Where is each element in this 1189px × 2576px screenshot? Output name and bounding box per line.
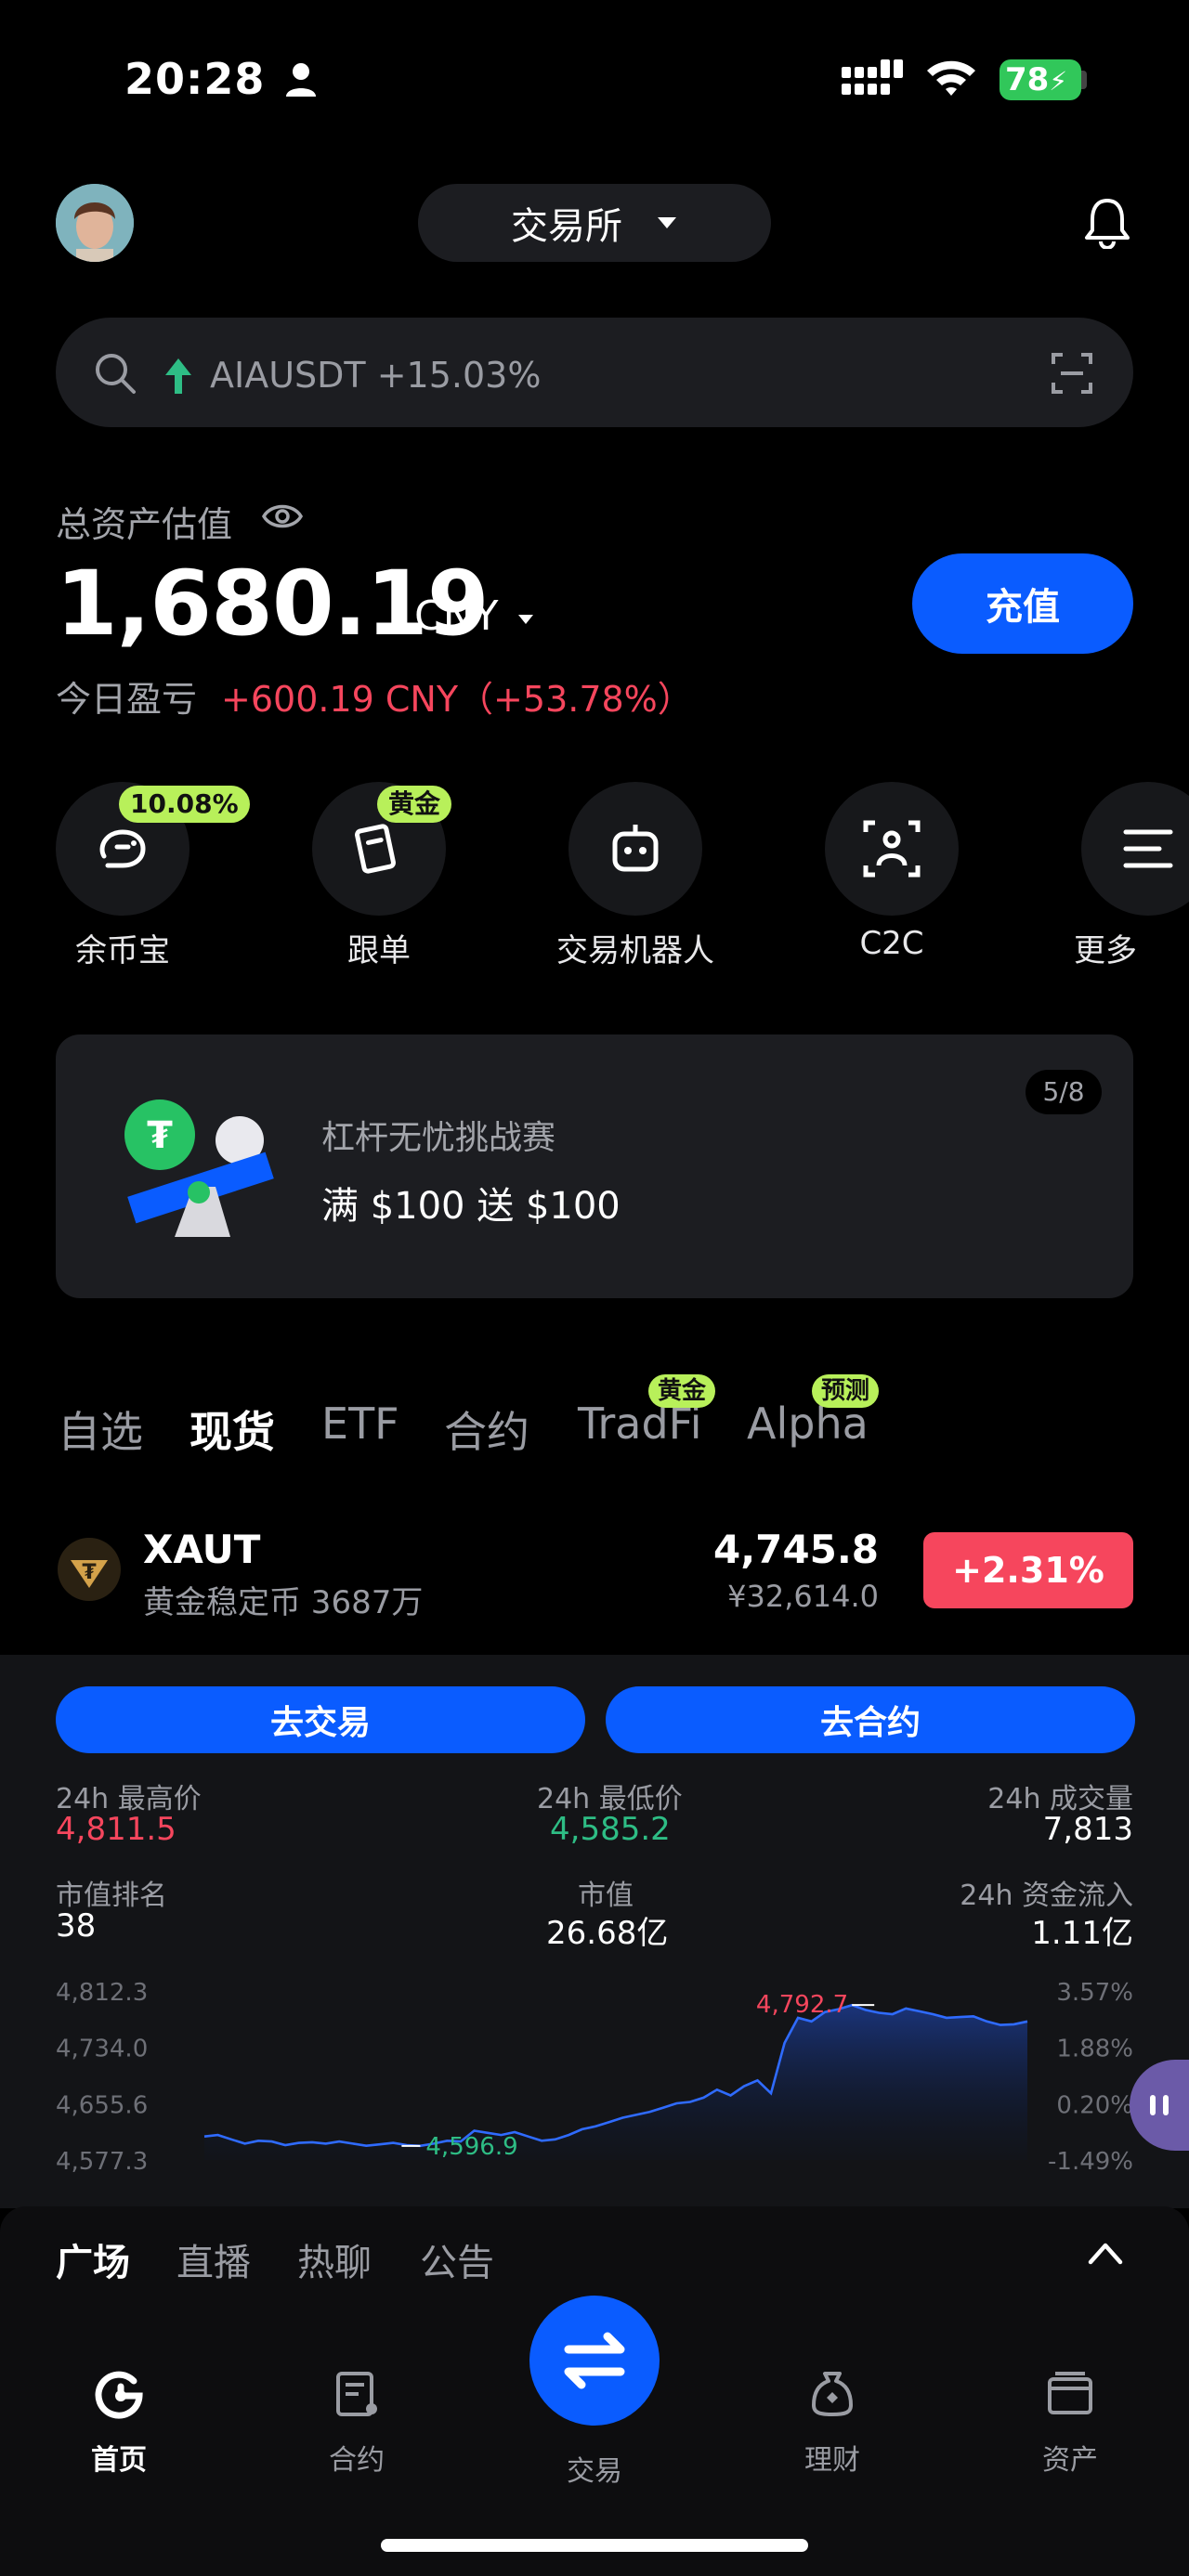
- eye-icon[interactable]: [262, 501, 303, 531]
- quick-action-more[interactable]: [1081, 782, 1189, 916]
- xaut-coin-icon: ₮: [58, 1538, 121, 1601]
- min-price-label: 4,596.9: [425, 2133, 517, 2161]
- price-chart[interactable]: 4,812.3 4,734.0 4,655.6 4,577.3 3.57% 1.88% 0.…: [56, 1978, 1133, 2173]
- svg-text:₮: ₮: [147, 1114, 173, 1157]
- y-tick-right: 1.88%: [1056, 2036, 1133, 2063]
- tradfi-badge: 黄金: [648, 1374, 716, 1408]
- max-price-label: 4,792.7: [756, 1991, 848, 2019]
- c2c-icon: [863, 820, 921, 878]
- signal-icon: [842, 59, 903, 95]
- quick-action-label: 更多: [1074, 932, 1137, 969]
- y-tick-left: 4,812.3: [56, 1979, 148, 2007]
- wallet-icon: [1048, 2372, 1092, 2414]
- bell-icon[interactable]: [1083, 197, 1131, 249]
- coin-price: 4,745.8: [712, 1527, 879, 1572]
- coin-subtitle: 黄金稳定币 3687万: [143, 1584, 424, 1621]
- earn-apy-badge: 10.08%: [119, 786, 250, 823]
- menu-icon: [1123, 829, 1173, 868]
- pnl-value: +600.19 CNY（+53.78%）: [221, 679, 693, 720]
- tab-announcements[interactable]: 公告: [420, 2232, 494, 2286]
- battery-indicator: 78⚡: [1000, 59, 1081, 100]
- avatar-image: [56, 184, 134, 262]
- nav-home[interactable]: 首页: [45, 2368, 193, 2478]
- earn-icon: [812, 2372, 853, 2416]
- tab-live[interactable]: 直播: [176, 2232, 251, 2286]
- leverage-promo-illustration: ₮: [124, 1099, 274, 1237]
- stat-value-inflow: 1.11亿: [1031, 1915, 1133, 1952]
- quick-action-bot[interactable]: [568, 782, 702, 916]
- deposit-button[interactable]: 充值: [912, 553, 1133, 654]
- banner-title: 杠杆无忧挑战赛: [321, 1119, 556, 1157]
- caret-down-icon[interactable]: [516, 613, 535, 626]
- y-tick-left: 4,577.3: [56, 2148, 148, 2173]
- go-trade-button[interactable]: 去交易: [56, 1686, 585, 1753]
- search-icon: [96, 354, 136, 394]
- tab-hot-chat[interactable]: 热聊: [297, 2232, 372, 2286]
- trend-up-icon: [165, 358, 191, 394]
- copy-trade-icon: [355, 824, 396, 874]
- person-icon: [286, 63, 316, 97]
- svg-text:₮: ₮: [82, 1561, 97, 1584]
- stat-value-volume: 7,813: [1042, 1811, 1133, 1848]
- nav-futures[interactable]: 合约: [282, 2368, 431, 2478]
- quick-action-label: C2C: [859, 925, 924, 962]
- tab-favorites[interactable]: 自选: [58, 1399, 143, 1460]
- copy-trading-badge: 黄金: [377, 786, 452, 823]
- nav-label: 资产: [1042, 2444, 1098, 2477]
- change-badge[interactable]: +2.31%: [923, 1532, 1133, 1608]
- tab-etf[interactable]: ETF: [321, 1399, 399, 1449]
- tab-spot[interactable]: 现货: [189, 1399, 275, 1460]
- nav-earn[interactable]: 理财: [758, 2368, 907, 2478]
- y-tick-right: -1.49%: [1048, 2148, 1133, 2173]
- coin-name[interactable]: XAUT: [143, 1527, 260, 1572]
- wifi-icon: [927, 60, 975, 96]
- alpha-badge: 预测: [812, 1374, 880, 1408]
- tab-square[interactable]: 广场: [56, 2232, 130, 2286]
- go-contract-button[interactable]: 去合约: [606, 1686, 1135, 1753]
- side-drawer-handle[interactable]: [1130, 2060, 1189, 2151]
- currency-selector[interactable]: CNY: [414, 592, 499, 640]
- futures-icon: [336, 2372, 377, 2416]
- assets-label: 总资产估值: [56, 504, 233, 545]
- pnl-label: 今日盈亏: [56, 679, 198, 720]
- quick-action-c2c[interactable]: [825, 782, 959, 916]
- nav-trade-label: 交易: [567, 2455, 622, 2488]
- nav-label: 首页: [91, 2444, 147, 2477]
- stat-value-low: 4,585.2: [550, 1811, 671, 1848]
- exchange-switch[interactable]: 交易所: [418, 184, 771, 262]
- banner-subtitle: 满 $100 送 $100: [321, 1185, 621, 1228]
- nav-label: 理财: [804, 2444, 860, 2477]
- y-tick-right: 3.57%: [1056, 1979, 1133, 2007]
- price-area: [204, 2005, 1027, 2160]
- trade-fab-button[interactable]: [529, 2296, 660, 2426]
- home-indicator: [381, 2539, 808, 2552]
- stat-value-rank: 38: [56, 1907, 97, 1945]
- chevron-up-icon[interactable]: [1087, 2240, 1124, 2266]
- swap-icon: [564, 2332, 625, 2389]
- piggy-bank-icon: [99, 829, 146, 868]
- stat-value-high: 4,811.5: [56, 1811, 176, 1848]
- y-tick-left: 4,734.0: [56, 2036, 148, 2063]
- home-icon: [95, 2371, 143, 2419]
- scan-icon[interactable]: [1050, 351, 1094, 396]
- pause-icon: [1150, 2095, 1169, 2115]
- search-placeholder: AIAUSDT +15.03%: [210, 355, 542, 396]
- quick-action-label: 余币宝: [75, 932, 170, 969]
- nav-assets[interactable]: 资产: [996, 2368, 1144, 2478]
- robot-icon: [612, 825, 659, 872]
- y-tick-left: 4,655.6: [56, 2091, 148, 2119]
- stat-value-mcap: 26.68亿: [546, 1915, 669, 1952]
- coin-price-cny: ¥32,614.0: [727, 1579, 879, 1614]
- banner-pagination: 5/8: [1026, 1070, 1102, 1114]
- quick-action-label: 交易机器人: [556, 932, 714, 969]
- nav-label: 合约: [329, 2444, 385, 2477]
- caret-down-icon: [658, 217, 676, 228]
- tab-futures[interactable]: 合约: [444, 1399, 529, 1460]
- battery-tip: [1081, 71, 1087, 89]
- status-time: 20:28: [124, 54, 266, 104]
- exchange-label: 交易所: [511, 205, 622, 248]
- avatar[interactable]: [56, 184, 134, 262]
- quick-action-label: 跟单: [347, 932, 411, 969]
- y-tick-right: 0.20%: [1056, 2091, 1133, 2119]
